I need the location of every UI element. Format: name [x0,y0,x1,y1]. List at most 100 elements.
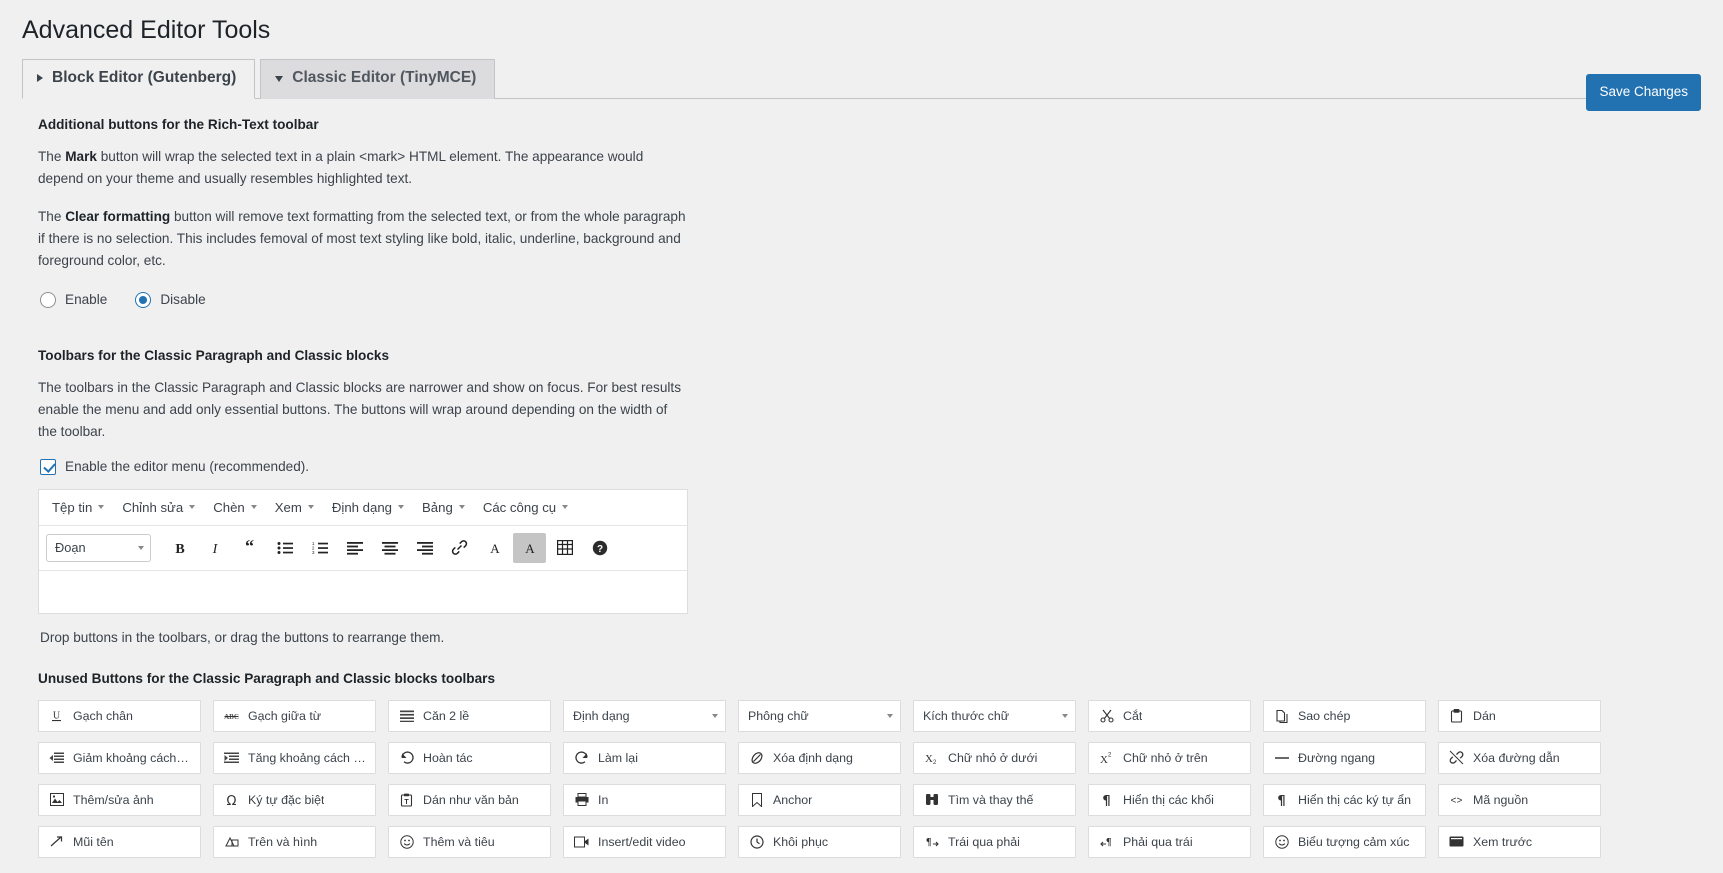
enable-editor-menu-checkbox[interactable] [40,458,56,475]
unused-button[interactable]: Phông chữ [738,699,901,732]
unused-button-label: Insert/edit video [598,834,686,849]
help-icon[interactable]: ? [583,533,616,563]
bold-button[interactable]: B [163,533,196,563]
mark-desc-bold: Mark [65,148,97,164]
svg-text:“: “ [245,540,254,556]
unused-button[interactable]: Hoàn tác [388,741,551,774]
justify-icon [398,710,415,722]
unused-button-label: Gạch chân [73,708,133,723]
unused-button[interactable]: Thêm/sửa ảnh [38,783,201,816]
unused-button[interactable]: Kích thước chữ [913,699,1076,732]
bullet-list-icon[interactable] [268,533,301,563]
unused-button[interactable]: T Dán như văn bản [388,783,551,816]
align-center-icon[interactable] [373,533,406,563]
svg-text:X: X [1100,754,1108,765]
unused-button[interactable]: U Gạch chân [38,699,201,732]
unused-button-label: Hoàn tác [423,750,473,765]
radio-option-disable[interactable]: Disable [135,291,206,308]
svg-text:<>: <> [1450,796,1462,806]
unused-button[interactable]: ¶ Hiển thị các ký tự ẩn [1263,783,1426,816]
unused-button[interactable]: ABC Gạch giữa từ [213,699,376,732]
menu-view-label: Xem [274,499,302,515]
menu-format[interactable]: Định dạng [323,496,413,519]
background-color-icon[interactable]: A [513,532,546,563]
menu-view[interactable]: Xem [266,496,323,519]
unused-button-label: Xóa đường dẫn [1473,750,1560,765]
unused-button[interactable]: Ω Ký tự đặc biệt [213,783,376,816]
unused-button-label: Định dạng [573,708,630,723]
shapes-icon [223,835,240,848]
unused-button-label: Giảm khoảng cách t... [73,750,191,765]
menu-file[interactable]: Tệp tin [43,496,113,519]
editor-menubar: Tệp tin Chỉnh sửa Chèn Xem Định dạng Bản… [39,489,687,526]
chevron-down-icon [189,505,196,510]
blockquote-button[interactable]: “ [233,533,266,563]
clear-desc-pre: The [38,208,66,224]
binoculars-icon [923,793,940,806]
unused-button[interactable]: Dán [1438,699,1601,732]
radio-enable-label: Enable [65,292,108,308]
align-left-icon[interactable] [338,533,371,563]
underline-icon: U [48,709,65,722]
unused-button[interactable]: X 2 Chữ nhỏ ở trên [1088,741,1251,774]
unused-button[interactable]: Anchor [738,783,901,816]
radio-enable-input[interactable] [40,291,56,308]
unused-button[interactable]: Cắt [1088,699,1251,732]
numbered-list-icon[interactable]: 123 [303,533,336,563]
unused-button-label: Ký tự đặc biệt [248,792,325,807]
tab-block-editor[interactable]: Block Editor (Gutenberg) [22,58,256,99]
unused-button[interactable]: Giảm khoảng cách t... [38,741,201,774]
rich-text-heading: Additional buttons for the Rich-Text too… [38,116,319,132]
unused-button[interactable]: Định dạng [563,699,726,732]
unused-button-label: Hiển thị các ký tự ẩn [1298,792,1411,807]
link-icon[interactable] [443,533,476,563]
mark-desc-pre: The [38,148,66,164]
save-changes-button[interactable]: Save Changes [1586,74,1701,111]
ltr-icon: ¶ [923,835,940,848]
unused-button[interactable]: Trên và hình [213,825,376,858]
menu-tools[interactable]: Các công cụ [474,496,577,519]
format-select[interactable]: Đoạn [46,533,151,562]
radio-option-enable[interactable]: Enable [40,291,108,308]
unused-button[interactable]: Xóa đường dẫn [1438,741,1601,774]
unused-button[interactable]: Tăng khoảng cách t... [213,741,376,774]
enable-editor-menu-checkbox-row[interactable]: Enable the editor menu (recommended). [40,458,1701,475]
unused-button-label: Cắt [1123,708,1143,723]
menu-edit[interactable]: Chỉnh sửa [113,496,204,519]
preview-icon [1448,836,1465,847]
svg-text:¶: ¶ [1277,794,1285,807]
editor-content-area[interactable] [39,570,687,613]
radio-disable-input[interactable] [135,291,152,308]
unused-button[interactable]: Thêm và tiêu [388,825,551,858]
unused-button[interactable]: Khôi phục [738,825,901,858]
unused-button[interactable]: In [563,783,726,816]
unused-button[interactable]: Mũi tên [38,825,201,858]
unused-button[interactable]: ¶ Trái qua phải [913,825,1076,858]
unused-button[interactable]: Căn 2 lề [388,699,551,732]
menu-table[interactable]: Bảng [413,496,474,519]
unused-button[interactable]: ¶ Phải qua trái [1088,825,1251,858]
unused-button[interactable]: Biểu tượng cảm xúc [1263,825,1426,858]
triangle-down-icon [275,75,284,82]
align-right-icon[interactable] [408,533,441,563]
unused-buttons-grid: U Gạch chân ABC Gạch giữa từ Căn 2 lề Định dạ… [38,699,1701,858]
table-icon[interactable] [548,533,581,563]
unused-button[interactable]: Tìm và thay thế [913,783,1076,816]
smiley-icon [1273,834,1290,849]
unused-button[interactable]: Sao chép [1263,699,1426,732]
unused-button[interactable]: Insert/edit video [563,825,726,858]
unused-button[interactable]: <> Mã nguồn [1438,783,1601,816]
menu-insert[interactable]: Chèn [204,496,266,519]
emoji-icon [398,834,415,849]
tab-classic-editor[interactable]: Classic Editor (TinyMCE) [260,58,496,99]
unused-button[interactable]: Đường ngang [1263,741,1426,774]
italic-button[interactable]: I [198,533,231,563]
unused-button[interactable]: Xóa định dạng [738,741,901,774]
menu-tools-label: Các công cụ [482,499,557,515]
unused-button[interactable]: X 2 Chữ nhỏ ở dưới [913,741,1076,774]
unused-button[interactable]: Xem trước [1438,825,1601,858]
unused-button[interactable]: ¶ Hiển thị các khối [1088,783,1251,816]
unused-button[interactable]: Làm lại [563,741,726,774]
superscript-icon: X2 [1098,751,1115,765]
text-color-icon[interactable]: A [478,533,511,563]
